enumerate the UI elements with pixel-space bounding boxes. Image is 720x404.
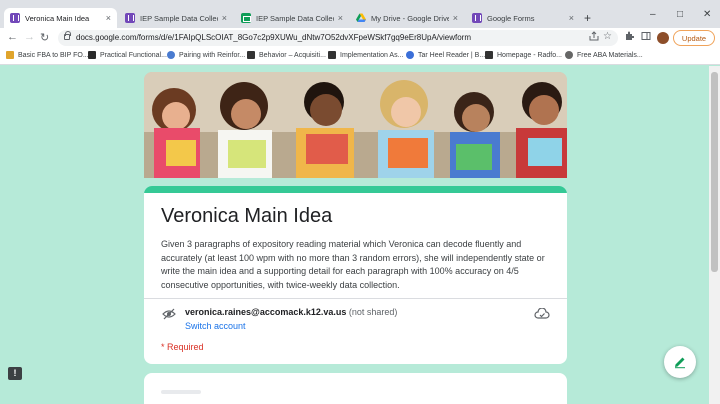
bookmark-star-icon[interactable]: ☆ — [603, 31, 612, 42]
form-title-card: Veronica Main Idea Given 3 paragraphs of… — [144, 186, 567, 364]
account-email: veronica.raines@accomack.k12.va.us (not … — [185, 307, 397, 317]
divider — [144, 298, 567, 299]
form-description: Given 3 paragraphs of expository reading… — [161, 239, 545, 290]
bookmark-label: Basic FBA to BIP FO... — [18, 51, 89, 59]
bookmark-favicon-icon — [88, 51, 96, 59]
not-shared-label: (not shared) — [348, 307, 398, 317]
bookmark-item[interactable]: Basic FBA to BIP FO... — [6, 51, 89, 59]
page-scrollbar[interactable] — [709, 66, 720, 404]
bookmarks-bar: Basic FBA to BIP FO... Practical Functio… — [0, 48, 720, 65]
form-title: Veronica Main Idea — [161, 205, 333, 227]
google-forms-icon — [472, 13, 482, 23]
google-forms-icon — [125, 13, 135, 23]
tab-title: Veronica Main Idea — [25, 13, 90, 23]
bookmark-favicon-icon — [485, 51, 493, 59]
lock-icon — [64, 31, 71, 40]
side-panel-icon[interactable] — [641, 31, 651, 44]
bookmark-item[interactable]: Practical Functional... — [88, 51, 167, 59]
tab-title: Google Forms — [487, 13, 535, 23]
switch-account-link[interactable]: Switch account — [185, 321, 246, 331]
maximize-button[interactable]: □ — [677, 9, 683, 20]
bookmark-favicon-icon — [328, 51, 336, 59]
bookmark-item[interactable]: Tar Heel Reader | B... — [406, 51, 485, 59]
eye-off-icon — [162, 307, 176, 320]
bookmark-favicon-icon — [406, 51, 414, 59]
google-drive-icon — [356, 13, 366, 23]
required-note: * Required — [161, 342, 204, 352]
tab-iep-sample-data-collection-sheet[interactable]: IEP Sample Data Collection ( × — [235, 8, 349, 28]
close-window-button[interactable]: ✕ — [703, 9, 711, 20]
share-icon[interactable] — [589, 31, 599, 44]
back-icon[interactable]: ← — [7, 31, 18, 43]
tab-veronica-main-idea[interactable]: Veronica Main Idea × — [4, 8, 117, 28]
tab-google-forms[interactable]: Google Forms × — [466, 8, 580, 28]
bookmark-item[interactable]: Pairing with Reinfor... — [167, 51, 245, 59]
bookmark-label: Pairing with Reinfor... — [179, 51, 246, 59]
bookmark-label: Tar Heel Reader | B... — [418, 51, 486, 59]
close-tab-icon[interactable]: × — [453, 13, 458, 23]
reload-icon[interactable]: ↻ — [40, 31, 49, 44]
profile-avatar[interactable] — [657, 32, 669, 44]
cloud-sync-icon — [534, 307, 550, 319]
tab-my-drive[interactable]: My Drive - Google Drive × — [350, 8, 464, 28]
bookmark-label: Practical Functional... — [100, 51, 167, 59]
pencil-icon — [675, 357, 685, 369]
scrollbar-thumb[interactable] — [711, 72, 718, 272]
close-tab-icon[interactable]: × — [106, 13, 111, 23]
close-tab-icon[interactable]: × — [338, 13, 343, 23]
bookmark-label: Homepage - Radfo... — [497, 51, 562, 59]
google-forms-icon — [10, 13, 20, 23]
url-text: docs.google.com/forms/d/e/1FAIpQLScOIAT_… — [76, 33, 471, 42]
extensions-icon[interactable] — [624, 31, 635, 44]
bookmark-favicon-icon — [167, 51, 175, 59]
address-bar[interactable]: docs.google.com/forms/d/e/1FAIpQLScOIAT_… — [58, 30, 618, 46]
bookmark-label: Behavior – Acquisiti... — [259, 51, 326, 59]
bookmark-favicon-icon — [6, 51, 14, 59]
bookmark-favicon-icon — [565, 51, 573, 59]
edit-form-button[interactable] — [664, 346, 696, 378]
feedback-icon[interactable]: ! — [8, 367, 22, 380]
forward-icon[interactable]: → — [24, 31, 35, 43]
question-title-stub — [161, 390, 201, 394]
close-tab-icon[interactable]: × — [569, 13, 574, 23]
update-button[interactable]: Update — [673, 30, 715, 46]
email-address: veronica.raines@accomack.k12.va.us — [185, 307, 347, 317]
new-tab-button[interactable]: + — [584, 11, 591, 25]
tab-title: My Drive - Google Drive — [371, 13, 449, 23]
theme-accent-bar — [144, 186, 567, 193]
tab-iep-sample-data-collection[interactable]: IEP Sample Data Collection × — [119, 8, 233, 28]
question-card — [144, 373, 567, 404]
bookmark-item[interactable]: Homepage - Radfo... — [485, 51, 562, 59]
bookmark-item[interactable]: Behavior – Acquisiti... — [247, 51, 326, 59]
tab-title: IEP Sample Data Collection ( — [256, 13, 334, 23]
tab-title: IEP Sample Data Collection — [140, 13, 218, 23]
form-header-image — [144, 72, 567, 178]
bookmark-item[interactable]: Implementation As... — [328, 51, 403, 59]
bookmark-label: Free ABA Materials... — [577, 51, 643, 59]
bookmark-favicon-icon — [247, 51, 255, 59]
bookmark-item[interactable]: Free ABA Materials... — [565, 51, 643, 59]
minimize-button[interactable]: – — [650, 9, 656, 20]
tab-strip: Veronica Main Idea × IEP Sample Data Col… — [0, 0, 720, 28]
browser-toolbar: ← → ↻ docs.google.com/forms/d/e/1FAIpQLS… — [0, 28, 720, 48]
bookmark-label: Implementation As... — [340, 51, 404, 59]
google-sheets-icon — [241, 13, 251, 23]
close-tab-icon[interactable]: × — [222, 13, 227, 23]
